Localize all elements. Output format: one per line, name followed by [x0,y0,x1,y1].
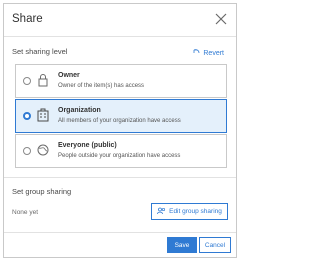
building-icon [37,108,49,122]
group-sharing-heading: Set group sharing [12,187,72,196]
radio-organization[interactable] [23,112,31,120]
radio-owner[interactable] [23,77,31,85]
share-dialog: Share Set sharing level Revert Owner Own… [3,3,237,258]
option-label: Everyone (public) [58,142,117,149]
save-button[interactable]: Save [167,237,197,253]
undo-icon [192,48,200,58]
group-sharing-status: None yet [12,209,39,216]
radio-everyone[interactable] [23,147,31,155]
option-description: Owner of the item(s) has access [58,83,145,89]
cancel-button[interactable]: Cancel [199,237,231,253]
option-description: People outside your organization have ac… [58,153,181,159]
sharing-option-organization[interactable]: Organization All members of your organiz… [15,99,227,133]
revert-label: Revert [203,49,224,57]
group-icon [157,207,166,217]
dialog-title: Share [12,13,43,25]
sharing-option-owner[interactable]: Owner Owner of the item(s) has access [15,64,227,98]
revert-button[interactable]: Revert [192,48,224,58]
option-description: All members of your organization have ac… [58,118,181,124]
globe-icon [37,143,49,157]
sharing-option-everyone[interactable]: Everyone (public) People outside your or… [15,134,227,168]
edit-group-sharing-label: Edit group sharing [169,208,222,215]
close-icon[interactable] [213,11,229,27]
dialog-header: Share [4,4,236,37]
sharing-level-heading: Set sharing level [12,47,68,56]
lock-icon [37,73,49,87]
section-divider [4,177,236,178]
footer-divider [4,232,236,233]
option-label: Owner [58,72,80,79]
option-label: Organization [58,107,101,114]
edit-group-sharing-button[interactable]: Edit group sharing [151,203,228,220]
